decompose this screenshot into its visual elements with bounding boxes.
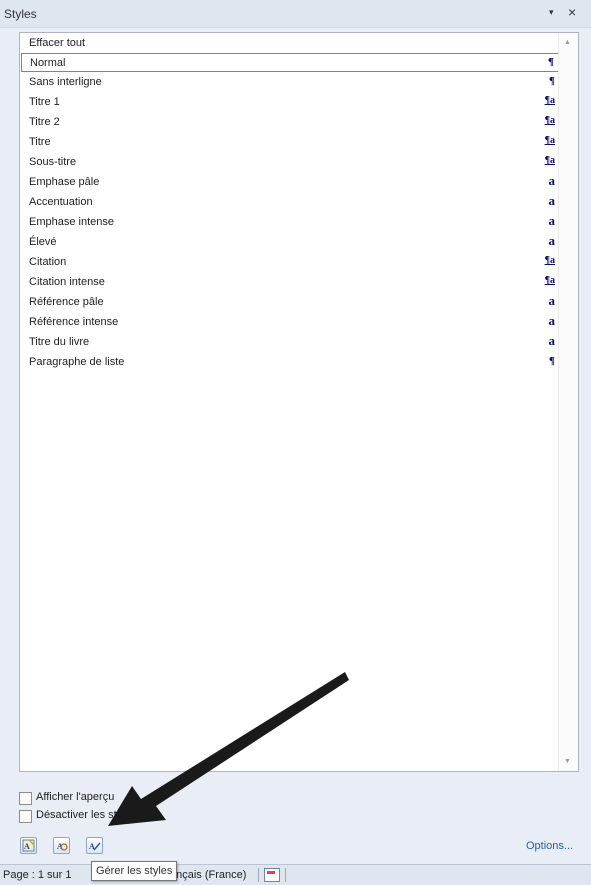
annotation-arrow-icon bbox=[108, 672, 349, 826]
